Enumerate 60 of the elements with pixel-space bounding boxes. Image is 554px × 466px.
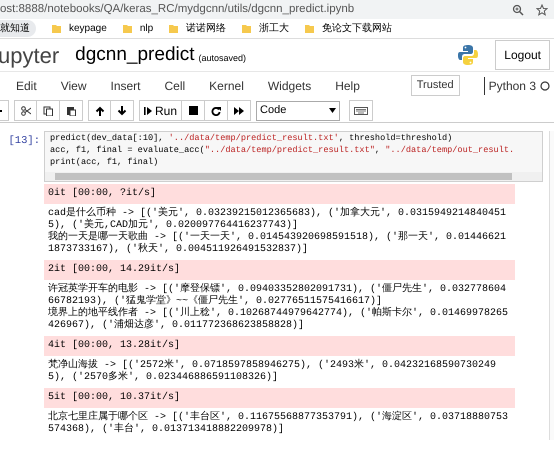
restart-icon bbox=[211, 106, 222, 116]
paste-button[interactable] bbox=[60, 100, 83, 121]
output-text: 0it [00:00, ?it/s] bbox=[48, 188, 158, 200]
cut-button[interactable] bbox=[14, 100, 37, 121]
copy-icon bbox=[43, 106, 53, 116]
run-icon bbox=[144, 106, 152, 116]
output-text: 北京七里庄属于哪个区 -> [('丰台区', 0.11675568877353791), ('海淀区', 0.03718880753574368), ('丰台', 0.013713418882209978)] bbox=[48, 412, 510, 436]
bookmark[interactable]: 就知道 bbox=[0, 20, 36, 37]
menu-item[interactable]: Cell bbox=[164, 76, 186, 94]
folder-icon bbox=[169, 24, 178, 33]
restart-button[interactable] bbox=[205, 100, 228, 121]
cell-prompt: [13]: bbox=[7, 134, 41, 149]
notebook-title[interactable]: dgcnn_predict bbox=[75, 40, 195, 70]
bookmark[interactable]: 浙工大 bbox=[259, 21, 290, 36]
zoom-icon[interactable] bbox=[512, 4, 524, 16]
output-text: 4it [00:00, 13.28it/s] bbox=[48, 340, 182, 352]
menu-item[interactable]: Insert bbox=[110, 76, 140, 94]
kernel-name: Python 3 bbox=[488, 78, 536, 94]
output-text: 梵净山海拔 -> [('2572米', 0.0718597858946275), ('2493米', 0.042321685907302495), ('2570多米', 0.023446886591108326)] bbox=[48, 360, 498, 384]
fast-forward-icon bbox=[234, 106, 244, 116]
keyboard-button[interactable] bbox=[349, 100, 374, 121]
move-down-button[interactable] bbox=[111, 100, 134, 121]
star-icon[interactable] bbox=[536, 4, 548, 16]
menu-item[interactable]: Widgets bbox=[268, 76, 312, 94]
run-button[interactable]: Run bbox=[139, 100, 182, 121]
output-text: 我的一天是哪一天歌曲 -> [('一天一天', 0.014543920698591518), ('那一天', 0.014466211873733167), ('秋天', 0.004511926491532837)] bbox=[48, 232, 508, 256]
bookmark[interactable]: 免论文下载网站 bbox=[322, 21, 392, 36]
folder-icon bbox=[305, 24, 314, 33]
cell-type-dropdown[interactable]: Code bbox=[256, 100, 340, 120]
move-up-icon bbox=[94, 106, 104, 116]
caret-icon bbox=[329, 108, 336, 113]
bookmark[interactable]: keypage bbox=[69, 21, 107, 36]
output-text: 许冠英学开车的电影 -> [('摩登保镖', 0.09403352802091731), ('僵尸先生', 0.03277860466782193), ('猛鬼学堂》~~《僵尸先生', 0.02776511575416617)] bbox=[48, 284, 508, 307]
folder-icon bbox=[52, 24, 61, 33]
trusted-indicator[interactable]: Trusted bbox=[410, 75, 460, 96]
output-text: cad是什么币种 -> [('美元', 0.03239215012365683), ('加拿大元', 0.03159492148404515), ('美元,CAD加元', 0.020097764416237743)] bbox=[48, 208, 508, 231]
bookmark[interactable]: nlp bbox=[140, 21, 154, 36]
cut-icon bbox=[20, 106, 30, 116]
menu-item[interactable]: Kernel bbox=[209, 76, 244, 94]
save-status: (autosaved) bbox=[198, 52, 248, 66]
python-logo-icon bbox=[457, 44, 480, 66]
output-text: 5it [00:00, 10.37it/s] bbox=[48, 392, 182, 404]
output-text: 境界上的地平线作者 -> [('川上稔', 0.10268744979642774), ('帕斯卡尔', 0.01469978265426967), ('浦畑达彦', 0.011772368623858828)] bbox=[48, 308, 510, 332]
logout-button[interactable]: Logout bbox=[495, 40, 550, 70]
menu-item[interactable]: Edit bbox=[16, 76, 37, 94]
bookmark[interactable]: 诺诺网络 bbox=[186, 21, 226, 36]
menu-item[interactable]: Help bbox=[335, 76, 360, 94]
paste-icon bbox=[66, 106, 76, 116]
keyboard-icon bbox=[354, 106, 368, 114]
output-text: 2it [00:00, 14.29it/s] bbox=[48, 264, 182, 276]
code-editor[interactable]: predict(dev_data[:10], '../data/temp/predict_result.txt', threshold=threshold) acc, f1, final = evaluate_acc("../data/temp/predict_result.txt", "../data/temp/out_result. print(acc, f1, final) bbox=[44, 131, 543, 182]
move-down-icon bbox=[117, 106, 127, 116]
folder-icon bbox=[242, 24, 252, 33]
menu-item[interactable]: View bbox=[60, 76, 86, 94]
move-up-button[interactable] bbox=[88, 100, 111, 121]
copy-button[interactable] bbox=[37, 100, 60, 121]
folder-icon bbox=[122, 24, 132, 33]
stop-icon bbox=[188, 106, 198, 115]
stop-button[interactable] bbox=[182, 100, 206, 121]
fast-forward-button[interactable] bbox=[228, 100, 252, 121]
